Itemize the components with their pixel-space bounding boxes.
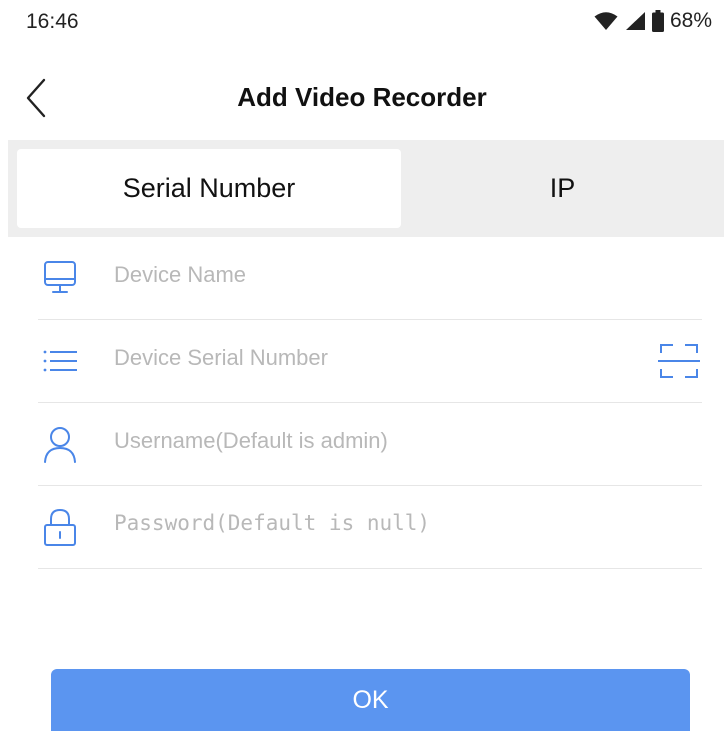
wifi-icon	[594, 11, 618, 31]
ok-button[interactable]: OK	[51, 669, 690, 731]
scan-icon	[658, 344, 700, 385]
serial-number-row	[38, 320, 702, 403]
monitor-icon	[40, 258, 80, 298]
battery-percent: 68%	[669, 9, 712, 32]
tab-ip[interactable]: IP	[401, 149, 724, 228]
list-icon	[40, 341, 80, 381]
device-name-input[interactable]	[114, 262, 634, 288]
scan-button[interactable]	[658, 341, 700, 381]
battery-icon	[651, 10, 664, 32]
status-time: 16:46	[26, 10, 79, 33]
password-input[interactable]	[114, 511, 634, 535]
status-bar: 16:46 68%	[0, 0, 724, 50]
password-row	[38, 486, 702, 569]
status-indicators: 68%	[594, 9, 712, 33]
lock-icon	[40, 507, 80, 547]
username-row	[38, 403, 702, 486]
username-input[interactable]	[114, 428, 634, 454]
page-title: Add Video Recorder	[237, 82, 487, 112]
signal-icon	[624, 11, 646, 31]
serial-number-input[interactable]	[114, 345, 634, 371]
tab-bar: Serial Number IP	[8, 140, 724, 237]
device-name-row	[38, 237, 702, 320]
user-icon	[40, 424, 80, 464]
device-form	[38, 237, 702, 569]
tab-serial-number[interactable]: Serial Number	[17, 149, 401, 228]
header: Add Video Recorder	[0, 62, 724, 134]
